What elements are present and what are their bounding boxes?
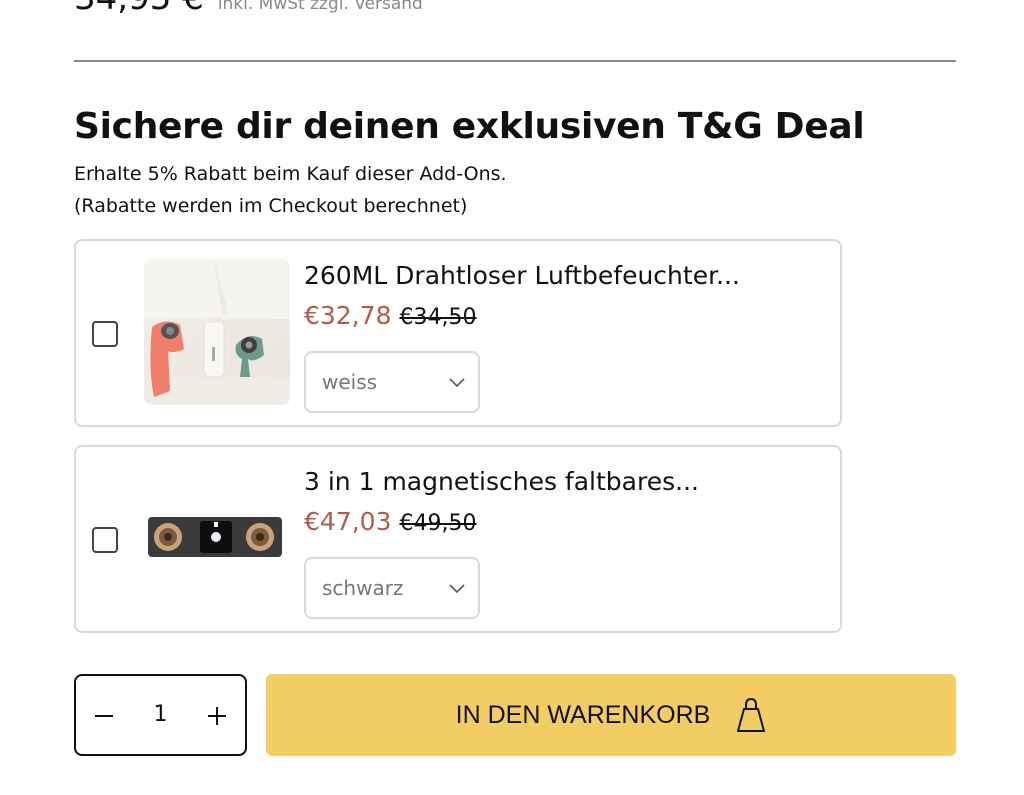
variant-select[interactable]: weiss bbox=[304, 351, 480, 413]
addon-sale-price: €47,03 bbox=[304, 507, 392, 536]
humidifier-product-image bbox=[144, 259, 290, 405]
add-to-cart-label: IN DEN WARENKORB bbox=[455, 700, 711, 729]
addon-card-charger: 3 in 1 magnetisches faltbares... €47,03 … bbox=[74, 445, 842, 633]
deal-subtitle: Erhalte 5% Rabatt beim Kauf dieser Add-O… bbox=[74, 158, 507, 222]
divider bbox=[74, 60, 956, 62]
product-page: 34,95 € inkl. MwSt zzgl. Versand Sichere… bbox=[0, 0, 1024, 795]
chevron-down-icon bbox=[449, 378, 465, 388]
addon-original-price: €49,50 bbox=[399, 511, 477, 536]
addon-checkbox[interactable] bbox=[92, 527, 118, 553]
product-price-row: 34,95 € inkl. MwSt zzgl. Versand bbox=[74, 0, 423, 18]
addon-sale-price: €32,78 bbox=[304, 301, 392, 330]
charger-product-image bbox=[144, 465, 290, 611]
variant-select-value: schwarz bbox=[322, 576, 404, 600]
quantity-stepper: 1 bbox=[74, 674, 247, 756]
addon-original-price: €34,50 bbox=[399, 305, 477, 330]
chevron-down-icon bbox=[449, 584, 465, 594]
variant-select[interactable]: schwarz bbox=[304, 557, 480, 619]
addon-prices: €32,78 €34,50 bbox=[304, 301, 476, 330]
price-note: inkl. MwSt zzgl. Versand bbox=[217, 0, 423, 14]
product-price: 34,95 € bbox=[74, 0, 204, 18]
deal-subtitle-line-2: (Rabatte werden im Checkout berechnet) bbox=[74, 195, 468, 217]
addon-card-humidifier: 260ML Drahtloser Luftbefeuchter... €32,7… bbox=[74, 239, 842, 427]
plus-icon bbox=[208, 707, 226, 725]
deal-subtitle-line-1: Erhalte 5% Rabatt beim Kauf dieser Add-O… bbox=[74, 163, 507, 185]
add-to-cart-button[interactable]: IN DEN WARENKORB bbox=[266, 674, 956, 756]
quantity-increase-button[interactable] bbox=[197, 696, 237, 736]
addon-name[interactable]: 260ML Drahtloser Luftbefeuchter... bbox=[304, 261, 740, 290]
addon-name[interactable]: 3 in 1 magnetisches faltbares... bbox=[304, 467, 699, 496]
shopping-bag-icon bbox=[737, 697, 766, 732]
deal-title: Sichere dir deinen exklusiven T&G Deal bbox=[74, 106, 865, 147]
variant-select-value: weiss bbox=[322, 370, 378, 394]
addon-prices: €47,03 €49,50 bbox=[304, 507, 476, 536]
addon-checkbox[interactable] bbox=[92, 321, 118, 347]
